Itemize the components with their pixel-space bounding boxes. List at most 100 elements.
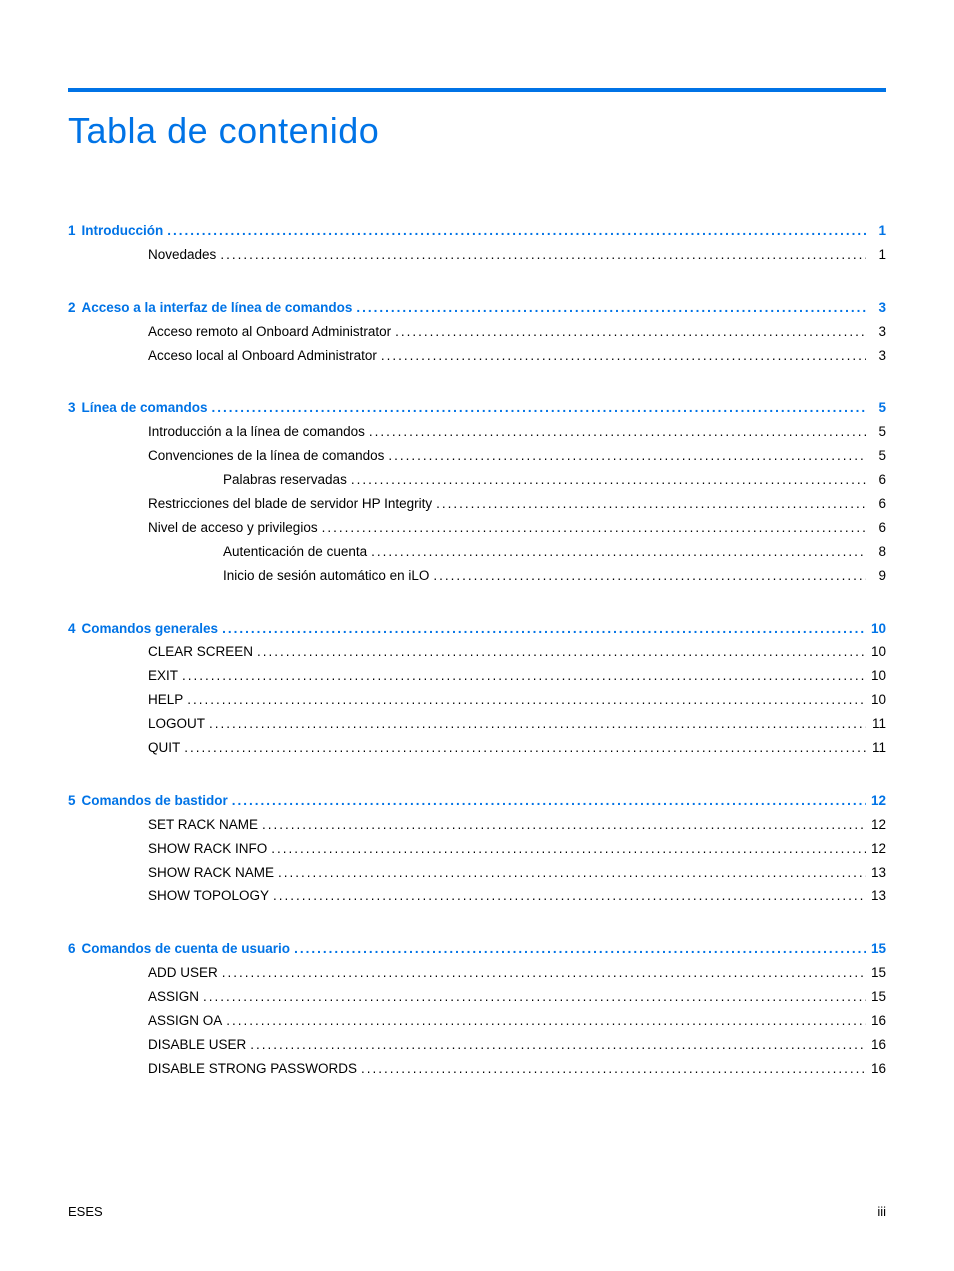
toc-section: 2 Acceso a la interfaz de línea de coman… bbox=[68, 299, 886, 366]
toc-section-heading[interactable]: 1 Introducción1 bbox=[68, 222, 886, 241]
page-number: 13 bbox=[866, 887, 886, 906]
entry-label: SHOW RACK INFO bbox=[148, 840, 267, 859]
dot-leader bbox=[391, 323, 866, 342]
entry-label: Palabras reservadas bbox=[223, 471, 347, 490]
page-number: 8 bbox=[866, 543, 886, 562]
toc-entry[interactable]: Restricciones del blade de servidor HP I… bbox=[68, 495, 886, 514]
toc-entry[interactable]: HELP10 bbox=[68, 691, 886, 710]
entry-label: Acceso remoto al Onboard Administrator bbox=[148, 323, 391, 342]
entry-label: SET RACK NAME bbox=[148, 816, 258, 835]
toc-entry[interactable]: EXIT10 bbox=[68, 667, 886, 686]
entry-label: SHOW TOPOLOGY bbox=[148, 887, 269, 906]
page-number: 16 bbox=[866, 1012, 886, 1031]
page-number: 6 bbox=[866, 495, 886, 514]
top-rule bbox=[68, 88, 886, 92]
dot-leader bbox=[183, 691, 866, 710]
toc-section: 4 Comandos generales10CLEAR SCREEN10EXIT… bbox=[68, 620, 886, 758]
page-number: 3 bbox=[866, 347, 886, 366]
toc-entry[interactable]: QUIT11 bbox=[68, 739, 886, 758]
footer-left: ESES bbox=[68, 1204, 103, 1219]
toc-section-heading[interactable]: 2 Acceso a la interfaz de línea de coman… bbox=[68, 299, 886, 318]
page-number: 1 bbox=[866, 246, 886, 265]
toc-section-heading[interactable]: 5 Comandos de bastidor12 bbox=[68, 792, 886, 811]
entry-label: CLEAR SCREEN bbox=[148, 643, 253, 662]
dot-leader bbox=[246, 1036, 866, 1055]
toc-section: 3 Línea de comandos5Introducción a la lí… bbox=[68, 399, 886, 585]
toc-section-heading[interactable]: 6 Comandos de cuenta de usuario15 bbox=[68, 940, 886, 959]
page-number: 16 bbox=[866, 1036, 886, 1055]
page-number: 5 bbox=[866, 423, 886, 442]
page-number: 12 bbox=[866, 840, 886, 859]
toc-entry[interactable]: Introducción a la línea de comandos5 bbox=[68, 423, 886, 442]
entry-label: QUIT bbox=[148, 739, 180, 758]
dot-leader bbox=[274, 864, 866, 883]
toc-entry[interactable]: Acceso remoto al Onboard Administrator3 bbox=[68, 323, 886, 342]
toc-entry[interactable]: Novedades 1 bbox=[68, 246, 886, 265]
page-footer: ESES iii bbox=[68, 1204, 886, 1219]
dot-leader bbox=[267, 840, 866, 859]
toc-entry[interactable]: CLEAR SCREEN10 bbox=[68, 643, 886, 662]
section-number: 5 bbox=[68, 792, 76, 811]
dot-leader bbox=[178, 667, 866, 686]
page-number: 15 bbox=[866, 964, 886, 983]
entry-label: Novedades bbox=[148, 246, 216, 265]
toc-entry[interactable]: SHOW TOPOLOGY 13 bbox=[68, 887, 886, 906]
section-label: Acceso a la interfaz de línea de comando… bbox=[82, 299, 353, 318]
entry-label: Nivel de acceso y privilegios bbox=[148, 519, 318, 538]
entry-label: Acceso local al Onboard Administrator bbox=[148, 347, 377, 366]
dot-leader bbox=[205, 715, 866, 734]
toc-entry[interactable]: Inicio de sesión automático en iLO9 bbox=[68, 567, 886, 586]
toc-entry[interactable]: SHOW RACK INFO 12 bbox=[68, 840, 886, 859]
page-number: 5 bbox=[866, 399, 886, 418]
toc-entry[interactable]: ASSIGN OA16 bbox=[68, 1012, 886, 1031]
dot-leader bbox=[365, 423, 866, 442]
page-number: 12 bbox=[866, 816, 886, 835]
toc-entry[interactable]: SHOW RACK NAME13 bbox=[68, 864, 886, 883]
page-number: 10 bbox=[866, 667, 886, 686]
page-number: 15 bbox=[866, 988, 886, 1007]
entry-label: SHOW RACK NAME bbox=[148, 864, 274, 883]
toc-entry[interactable]: SET RACK NAME 12 bbox=[68, 816, 886, 835]
toc-entry[interactable]: Nivel de acceso y privilegios6 bbox=[68, 519, 886, 538]
dot-leader bbox=[347, 471, 866, 490]
dot-leader bbox=[429, 567, 866, 586]
section-number: 1 bbox=[68, 222, 76, 241]
section-label: Línea de comandos bbox=[82, 399, 208, 418]
dot-leader bbox=[384, 447, 866, 466]
entry-label: DISABLE STRONG PASSWORDS bbox=[148, 1060, 357, 1079]
toc-entry[interactable]: LOGOUT 11 bbox=[68, 715, 886, 734]
dot-leader bbox=[432, 495, 866, 514]
dot-leader bbox=[253, 643, 866, 662]
dot-leader bbox=[218, 620, 866, 639]
entry-label: DISABLE USER bbox=[148, 1036, 246, 1055]
section-number: 6 bbox=[68, 940, 76, 959]
toc-entry[interactable]: ASSIGN 15 bbox=[68, 988, 886, 1007]
toc-section-heading[interactable]: 4 Comandos generales10 bbox=[68, 620, 886, 639]
toc-entry[interactable]: Convenciones de la línea de comandos5 bbox=[68, 447, 886, 466]
entry-label: ASSIGN bbox=[148, 988, 199, 1007]
toc-section-heading[interactable]: 3 Línea de comandos5 bbox=[68, 399, 886, 418]
toc-entry[interactable]: Autenticación de cuenta8 bbox=[68, 543, 886, 562]
toc-entry[interactable]: DISABLE USER 16 bbox=[68, 1036, 886, 1055]
page-number: 1 bbox=[866, 222, 886, 241]
toc-entry[interactable]: Acceso local al Onboard Administrator 3 bbox=[68, 347, 886, 366]
entry-label: HELP bbox=[148, 691, 183, 710]
toc-entry[interactable]: Palabras reservadas 6 bbox=[68, 471, 886, 490]
page-number: 6 bbox=[866, 471, 886, 490]
footer-right: iii bbox=[877, 1204, 886, 1219]
dot-leader bbox=[222, 1012, 866, 1031]
dot-leader bbox=[290, 940, 866, 959]
table-of-contents: 1 Introducción1Novedades12 Acceso a la i… bbox=[68, 222, 886, 1079]
dot-leader bbox=[199, 988, 866, 1007]
toc-entry[interactable]: ADD USER 15 bbox=[68, 964, 886, 983]
entry-label: LOGOUT bbox=[148, 715, 205, 734]
toc-entry[interactable]: DISABLE STRONG PASSWORDS16 bbox=[68, 1060, 886, 1079]
page-number: 11 bbox=[866, 715, 886, 734]
page-title: Tabla de contenido bbox=[68, 110, 886, 152]
page-number: 10 bbox=[866, 620, 886, 639]
entry-label: ADD USER bbox=[148, 964, 218, 983]
dot-leader bbox=[218, 964, 866, 983]
section-label: Comandos de cuenta de usuario bbox=[82, 940, 291, 959]
section-label: Comandos generales bbox=[82, 620, 219, 639]
dot-leader bbox=[352, 299, 866, 318]
